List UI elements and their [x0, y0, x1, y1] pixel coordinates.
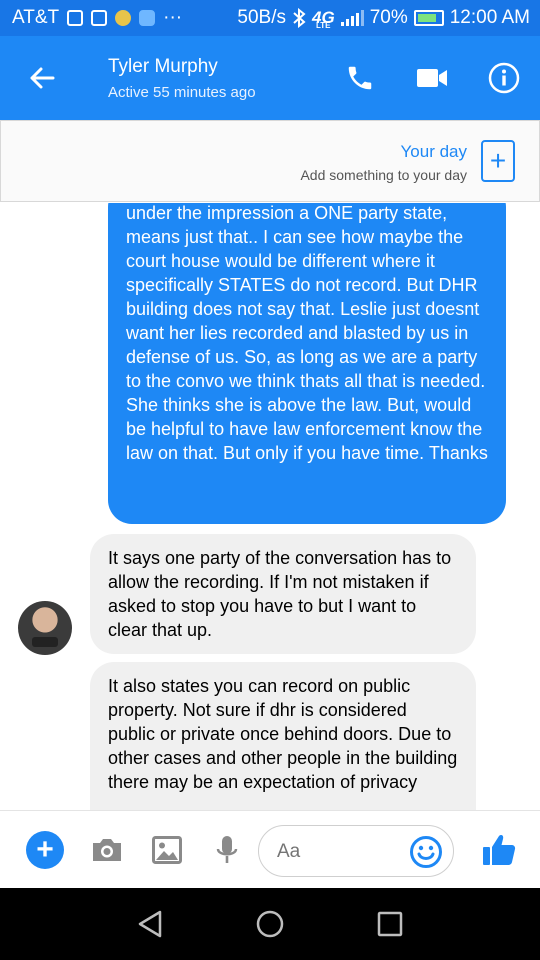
your-day-bar[interactable]: Your day Add something to your day +: [0, 120, 540, 202]
status-left: AT&T ···: [12, 7, 182, 29]
add-to-day-button[interactable]: +: [481, 140, 515, 182]
more-actions-button[interactable]: +: [26, 831, 64, 869]
status-right: 50B/s 4G LTE 70% 12:00 AM: [237, 7, 530, 30]
phone-icon: [348, 66, 372, 90]
message-composer: +: [0, 810, 540, 888]
video-call-button[interactable]: [412, 58, 452, 98]
battery-icon: [413, 10, 444, 26]
message-text: It says one party of the conversation ha…: [108, 548, 452, 640]
contact-name[interactable]: Tyler Murphy: [108, 56, 218, 78]
emoji-icon[interactable]: [409, 835, 443, 869]
system-navigation-bar: [0, 888, 540, 960]
nav-back-button[interactable]: [130, 904, 170, 944]
video-camera-icon: [417, 69, 447, 87]
carrier-label: AT&T: [12, 7, 60, 28]
voice-message-button[interactable]: [208, 831, 246, 869]
microphone-icon: [216, 836, 238, 863]
message-input[interactable]: [277, 841, 397, 863]
triangle-back-icon: [138, 910, 162, 938]
camera-icon: [93, 839, 121, 861]
network-subtype: LTE: [316, 21, 331, 30]
more-notifications-icon: ···: [163, 7, 183, 28]
contact-avatar[interactable]: [18, 601, 72, 655]
plus-icon: +: [489, 145, 507, 176]
like-button[interactable]: [478, 829, 520, 871]
image-icon: [152, 836, 182, 864]
status-bar: AT&T ··· 50B/s 4G LTE 70% 12:00 AM: [0, 0, 540, 36]
signal-icon: [340, 10, 364, 26]
gallery-notification-icon: [91, 10, 108, 26]
notification-icon: [67, 10, 84, 26]
info-icon: [488, 62, 520, 94]
nav-home-button[interactable]: [250, 904, 290, 944]
gallery-button[interactable]: [148, 831, 186, 869]
flower-notification-icon: [139, 10, 156, 26]
your-day-title: Your day: [400, 142, 467, 161]
back-arrow-icon: [30, 67, 55, 89]
message-list[interactable]: under the impression a ONE party state, …: [0, 203, 540, 810]
incoming-message[interactable]: It also states you can record on public …: [90, 662, 476, 810]
conversation-header: Tyler Murphy Active 55 minutes ago: [0, 36, 540, 120]
contact-status: Active 55 minutes ago: [108, 84, 256, 101]
incoming-message[interactable]: It says one party of the conversation ha…: [90, 534, 476, 654]
message-text: under the impression a ONE party state, …: [126, 203, 488, 463]
camera-button[interactable]: [88, 831, 126, 869]
voice-call-button[interactable]: [340, 58, 380, 98]
thumbs-up-icon: [483, 835, 516, 865]
app-notification-icon: [115, 10, 132, 26]
your-day-subtitle: Add something to your day: [300, 167, 467, 183]
message-input-box[interactable]: [258, 825, 454, 877]
bluetooth-icon: [293, 8, 306, 28]
nav-recents-button[interactable]: [370, 904, 410, 944]
circle-home-icon: [256, 910, 284, 938]
back-button[interactable]: [22, 58, 62, 98]
square-recents-icon: [377, 911, 403, 937]
net-speed: 50B/s: [237, 7, 286, 28]
plus-icon: +: [36, 833, 54, 866]
battery-percent: 70%: [369, 7, 408, 28]
conversation-info-button[interactable]: [484, 58, 524, 98]
outgoing-message[interactable]: under the impression a ONE party state, …: [108, 203, 506, 524]
message-text: It also states you can record on public …: [108, 676, 458, 792]
clock: 12:00 AM: [449, 7, 530, 28]
